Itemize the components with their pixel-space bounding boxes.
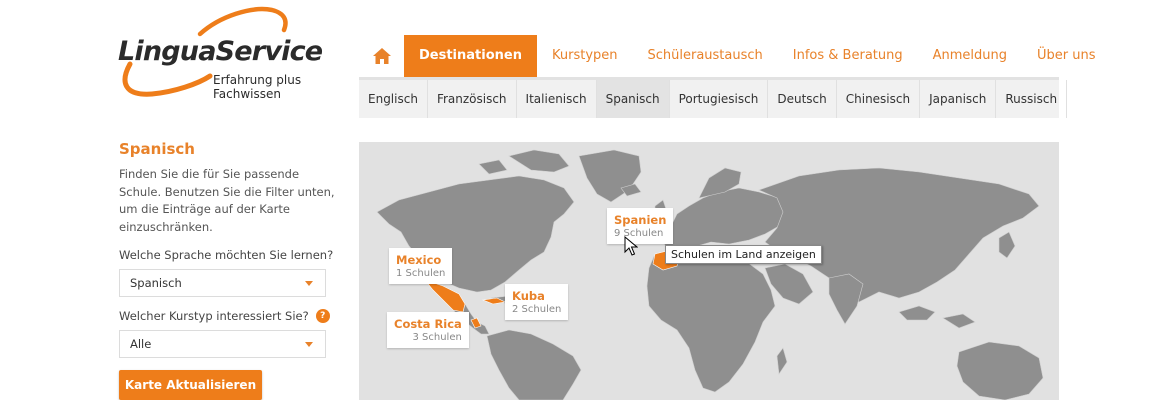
pin-name: Mexico <box>396 253 442 267</box>
pin-name: Kuba <box>512 289 545 303</box>
world-map[interactable]: Spanien 9 Schulen Mexico 1 Schulen Kuba … <box>359 142 1059 400</box>
world-map-graphic <box>376 149 1044 400</box>
home-icon <box>373 48 391 64</box>
logo-name: LinguaService <box>118 36 323 67</box>
nav-home[interactable] <box>359 35 404 77</box>
nav-ueber-uns[interactable]: Über uns <box>1022 35 1111 77</box>
subnav-franzoesisch[interactable]: Französisch <box>428 80 517 118</box>
course-type-select[interactable]: Alle <box>119 330 326 358</box>
logo-tagline-line2: Fachwissen <box>213 87 281 101</box>
nav-infos-beratung[interactable]: Infos & Beratung <box>778 35 918 77</box>
update-map-button[interactable]: Karte Aktualisieren <box>119 370 262 400</box>
subnav-italienisch[interactable]: Italienisch <box>517 80 597 118</box>
pin-name: Spanien <box>614 213 667 227</box>
mouse-cursor-icon <box>624 236 638 256</box>
chevron-down-icon <box>305 281 313 286</box>
pin-count: 9 Schulen <box>614 228 664 239</box>
language-select-value: Spanisch <box>130 276 182 290</box>
chevron-down-icon <box>305 342 313 347</box>
sidebar-intro: Finden Sie die für Sie passende Schule. … <box>119 167 335 234</box>
logo[interactable]: LinguaService Erfahrung plus Fachwissen <box>112 6 323 101</box>
course-label-row: Welcher Kurstyp interessiert Sie? ? <box>119 309 339 323</box>
course-label: Welcher Kurstyp interessiert Sie? <box>119 309 309 323</box>
nav-destinationen[interactable]: Destinationen <box>404 35 537 77</box>
map-pin-costa-rica[interactable]: Costa Rica 3 Schulen <box>387 312 469 348</box>
sidebar-title: Spanisch <box>119 140 195 158</box>
pin-count: 3 Schulen <box>412 332 462 343</box>
subnav-spanisch[interactable]: Spanisch <box>596 80 670 118</box>
map-tooltip: Schulen im Land anzeigen <box>665 245 822 264</box>
subnav-russisch[interactable]: Russisch <box>996 80 1068 118</box>
language-subnav: Englisch Französisch Italienisch Spanisc… <box>359 77 1068 118</box>
nav-anmeldung[interactable]: Anmeldung <box>918 35 1022 77</box>
pin-count: 2 Schulen <box>512 304 562 315</box>
map-pin-kuba[interactable]: Kuba 2 Schulen <box>505 284 569 320</box>
language-label-row: Welche Sprache möchten Sie lernen? <box>119 248 339 262</box>
subnav-englisch[interactable]: Englisch <box>359 80 428 118</box>
logo-tagline: Erfahrung plus Fachwissen <box>213 73 301 101</box>
main-nav: Destinationen Kurstypen Schüleraustausch… <box>359 35 1111 77</box>
course-select-value: Alle <box>130 337 152 351</box>
subnav-deutsch[interactable]: Deutsch <box>768 80 837 118</box>
logo-tagline-line1: Erfahrung plus <box>213 73 302 87</box>
pin-name: Costa Rica <box>394 317 462 331</box>
nav-kurstypen[interactable]: Kurstypen <box>537 35 633 77</box>
language-select[interactable]: Spanisch <box>119 269 326 297</box>
help-icon[interactable]: ? <box>315 309 330 323</box>
nav-schueleraustausch[interactable]: Schüleraustausch <box>633 35 778 77</box>
subnav-chinesisch[interactable]: Chinesisch <box>837 80 921 118</box>
subnav-portugiesisch[interactable]: Portugiesisch <box>670 80 769 118</box>
pin-count: 1 Schulen <box>396 268 446 279</box>
subnav-japanisch[interactable]: Japanisch <box>920 80 997 118</box>
map-pin-spanien[interactable]: Spanien 9 Schulen <box>607 208 674 244</box>
filter-sidebar: Spanisch Finden Sie die für Sie passende… <box>119 140 339 400</box>
language-label: Welche Sprache möchten Sie lernen? <box>119 248 334 262</box>
map-pin-mexico[interactable]: Mexico 1 Schulen <box>389 248 453 284</box>
